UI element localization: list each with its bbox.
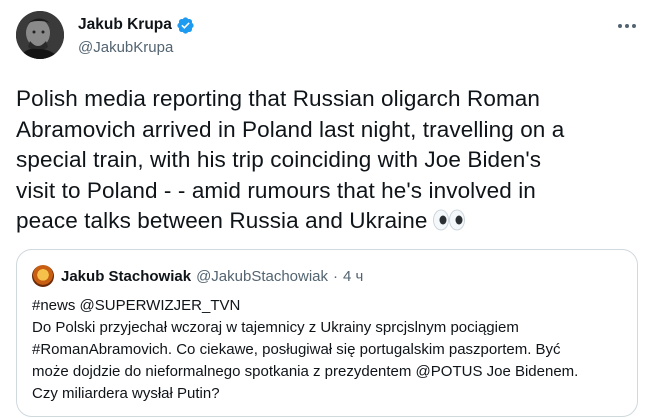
quote-author-avatar[interactable] bbox=[32, 265, 54, 287]
quote-text-line: może dojdzie do nieformalnego spotkania … bbox=[32, 363, 579, 380]
quote-text-line: Do Polski przyjechał wczoraj w tajemnicy… bbox=[32, 319, 519, 336]
tweet: Jakub Krupa @JakubKrupa Polish media rep… bbox=[0, 0, 653, 418]
quote-text: #news @SUPERWIZJER_TVN Do Polski przyjec… bbox=[32, 295, 632, 405]
quote-text-line: Czy miliardera wysłał Putin? bbox=[32, 385, 220, 402]
quote-text-line: #news @SUPERWIZJER_TVN bbox=[32, 297, 241, 314]
tweet-text-line: peace talks between Russia and Ukraine bbox=[16, 208, 428, 233]
tweet-text-line: visit to Poland - - amid rumours that he… bbox=[16, 177, 536, 203]
quote-timestamp[interactable]: 4 ч bbox=[343, 268, 363, 285]
author-name-row[interactable]: Jakub Krupa bbox=[78, 14, 195, 36]
avatar-photo bbox=[16, 11, 64, 59]
tweet-text: Polish media reporting that Russian olig… bbox=[16, 84, 646, 237]
tweet-text-line: special train, with his trip coinciding … bbox=[16, 147, 542, 172]
more-options-button[interactable] bbox=[612, 13, 642, 39]
quoted-tweet[interactable]: Jakub Stachowiak @JakubStachowiak · 4 ч … bbox=[16, 249, 638, 417]
author-handle[interactable]: @JakubKrupa bbox=[78, 38, 173, 58]
tweet-text-line-last: peace talks between Russia and Ukraine bbox=[16, 206, 646, 237]
author-avatar[interactable] bbox=[16, 11, 64, 59]
quote-author-handle[interactable]: @JakubStachowiak bbox=[196, 268, 328, 285]
author-display-name[interactable]: Jakub Krupa bbox=[78, 15, 172, 35]
verified-badge-icon bbox=[177, 16, 194, 34]
quote-author-name[interactable]: Jakub Stachowiak bbox=[61, 268, 191, 285]
tweet-text-line: Abramovich arrived in Poland last night,… bbox=[16, 116, 565, 142]
tweet-text-line: Polish media reporting that Russian olig… bbox=[16, 86, 541, 111]
quote-separator: · bbox=[333, 267, 339, 285]
eyes-emoji-icon bbox=[432, 209, 465, 231]
more-horizontal-icon bbox=[618, 24, 636, 28]
quote-text-line: #RomanAbramovich. Co ciekawe, posługiwał… bbox=[32, 341, 561, 358]
quote-header: Jakub Stachowiak @JakubStachowiak · 4 ч bbox=[61, 265, 363, 287]
